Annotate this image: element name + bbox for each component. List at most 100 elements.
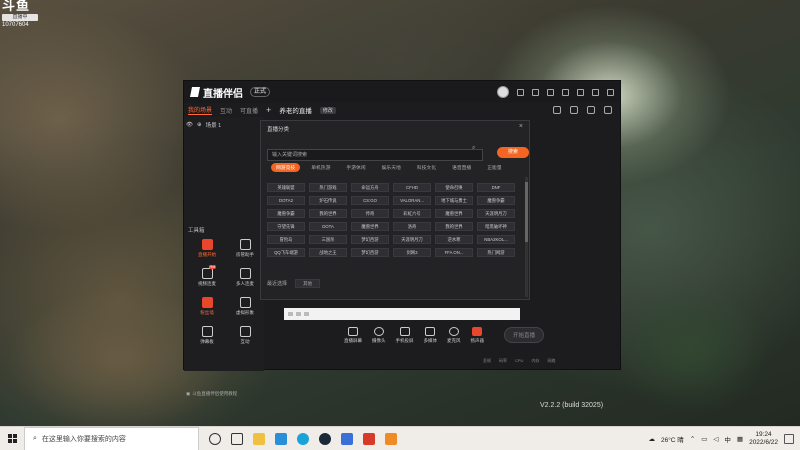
game-category-button[interactable]: 命运方舟 (351, 183, 389, 192)
ime-indicator[interactable]: 中 (724, 434, 731, 444)
game-category-button[interactable]: 魔兽世界 (351, 222, 389, 231)
category-tab[interactable]: 语音直播 (447, 163, 476, 172)
lock-icon[interactable]: ⊕ (197, 122, 202, 128)
game-category-button[interactable]: 逆水寒 (435, 235, 473, 244)
store-icon[interactable] (275, 432, 287, 445)
category-tab[interactable]: 网游竞技 (271, 163, 301, 172)
notification-icon[interactable] (784, 433, 794, 444)
game-category-button[interactable]: DOTA2 (267, 196, 305, 205)
game-category-button[interactable]: 我的世界 (309, 209, 347, 218)
category-tab[interactable]: 娱乐天地 (377, 163, 406, 172)
game-category-button[interactable]: QQ飞车端游 (267, 248, 305, 257)
gift-icon[interactable] (553, 106, 561, 114)
game-category-button[interactable]: 剑网3 (393, 248, 431, 257)
task-view-icon[interactable] (231, 432, 243, 445)
volume-icon[interactable]: ◁ (713, 435, 718, 443)
game-category-button[interactable]: CFHD (393, 183, 431, 192)
tool-virtual-avatar[interactable]: 虚拟形象 (226, 297, 264, 316)
control-microphone[interactable]: 麦克风 (447, 326, 461, 344)
search-icon[interactable]: ⌕ (472, 145, 475, 152)
category-tab[interactable]: 手游休闲 (341, 163, 370, 172)
game-category-button[interactable]: 我的世界 (435, 222, 473, 231)
edge-icon[interactable] (297, 432, 309, 445)
game-category-button[interactable]: 天涯明月刀 (477, 209, 515, 218)
game-category-button[interactable]: 守望先锋 (267, 222, 305, 231)
clock[interactable]: 19:24 2022/6/22 (749, 431, 778, 447)
taskbar-search[interactable]: ⌕ 在这里输入你要搜索的内容 (24, 426, 199, 450)
settings-icon[interactable] (547, 88, 554, 96)
recent-item[interactable]: 其他 (295, 279, 321, 288)
game-category-button[interactable]: 英雄联盟 (267, 183, 305, 192)
weather-text[interactable]: 26°C 晴 (661, 434, 684, 444)
tool-interact[interactable]: 互动 (226, 326, 264, 345)
game-category-button[interactable]: 热门游戏 (309, 183, 347, 192)
tool-video-link[interactable]: Hot 视频连麦 (188, 265, 226, 287)
version-pill[interactable]: 正式 (250, 87, 271, 97)
ime-mode-icon[interactable]: ▦ (737, 435, 743, 443)
game-category-button[interactable]: 传奇 (351, 209, 389, 218)
game-category-button[interactable]: NBA2KOL... (477, 235, 515, 244)
tool-start-live[interactable]: 直播开始 (188, 239, 226, 258)
game-category-button[interactable]: 魔兽争霸 (267, 209, 305, 218)
cart-icon[interactable] (587, 106, 595, 114)
tab-streamable[interactable]: 可直播 (240, 106, 258, 115)
category-tab[interactable]: 正能量 (482, 163, 506, 172)
tab-my-scene[interactable]: 我的场景 (188, 105, 213, 115)
tool-room-manager[interactable]: 房管助手 (226, 239, 264, 258)
edit-title-button[interactable]: 修改 (319, 106, 336, 114)
message-icon[interactable] (517, 88, 524, 96)
file-explorer-icon[interactable] (253, 432, 265, 445)
game-category-button[interactable]: CS:GO (351, 196, 389, 205)
start-live-button[interactable]: 开始直播 (504, 327, 545, 343)
control-media[interactable]: 多媒体 (424, 326, 437, 344)
start-button[interactable] (0, 427, 24, 450)
minimize-icon[interactable] (577, 88, 584, 96)
game-category-button[interactable]: 暗黑破坏神 (477, 222, 515, 231)
media-player-icon[interactable] (341, 432, 353, 445)
dialog-scrollbar[interactable] (525, 177, 528, 297)
game-category-button[interactable]: VALORAN... (393, 196, 431, 205)
avatar[interactable] (497, 86, 509, 98)
game-category-button[interactable]: 使命召唤 (435, 183, 473, 192)
close-icon[interactable] (607, 88, 614, 96)
tab-interact[interactable]: 互动 (220, 106, 232, 115)
tool-multi-link[interactable]: 多人连麦 (226, 268, 264, 287)
scene-item[interactable]: 👁 ⊕ 场景 1 (184, 117, 264, 133)
tool-fan-wall[interactable]: 粉丝墙 (188, 297, 226, 316)
game-category-button[interactable]: 炉石传说 (309, 196, 347, 205)
game-category-button[interactable]: 战地之王 (309, 248, 347, 257)
game-category-button[interactable]: DOTA (309, 222, 347, 231)
game-category-button[interactable]: 魔兽争霸 (477, 196, 515, 205)
game-category-button[interactable]: 梦幻西游 (351, 248, 389, 257)
add-scene-icon[interactable]: + (266, 105, 271, 115)
game-app-icon[interactable] (363, 432, 375, 445)
cortana-icon[interactable] (209, 432, 221, 445)
game-category-button[interactable]: 洛奇 (393, 222, 431, 231)
skin-icon[interactable] (532, 88, 539, 96)
network-icon[interactable]: ▭ (701, 435, 707, 443)
tray-arrow-icon[interactable]: ⌃ (690, 435, 695, 443)
control-camera[interactable]: 摄像头 (372, 326, 386, 344)
shop-icon[interactable] (570, 106, 578, 114)
eye-icon[interactable]: 👁 (186, 122, 193, 128)
game-category-button[interactable]: 梦幻西游 (351, 235, 389, 244)
game-category-button[interactable]: 冒险岛 (267, 235, 305, 244)
game-category-button[interactable]: 彩虹六号 (393, 209, 431, 218)
close-icon[interactable]: × (519, 123, 523, 130)
game-category-button[interactable]: 魔兽世界 (435, 209, 473, 218)
search-button[interactable]: 搜索 (497, 146, 529, 158)
game-category-button[interactable]: 三国杀 (309, 235, 347, 244)
category-tab[interactable]: 单机热游 (306, 163, 335, 172)
game-category-button[interactable]: 天涯明月刀 (393, 235, 431, 244)
game-category-button[interactable]: 地下城与勇士 (435, 196, 473, 205)
tutorial-tip[interactable]: ▣ 斗鱼直播伴侣使用教程 (186, 391, 237, 397)
category-tab[interactable]: 科技文化 (412, 163, 441, 172)
search-input[interactable] (267, 149, 483, 161)
scroll-thumb[interactable] (525, 182, 528, 242)
control-speaker[interactable]: 扬声器 (471, 326, 484, 344)
game-category-button[interactable]: 热门网游 (477, 248, 515, 257)
game-category-button[interactable]: FFA ON... (435, 248, 473, 257)
control-screen[interactable]: 直播屏幕 (344, 326, 362, 344)
live-companion-app-icon[interactable] (385, 432, 397, 445)
share-icon[interactable] (604, 106, 612, 114)
